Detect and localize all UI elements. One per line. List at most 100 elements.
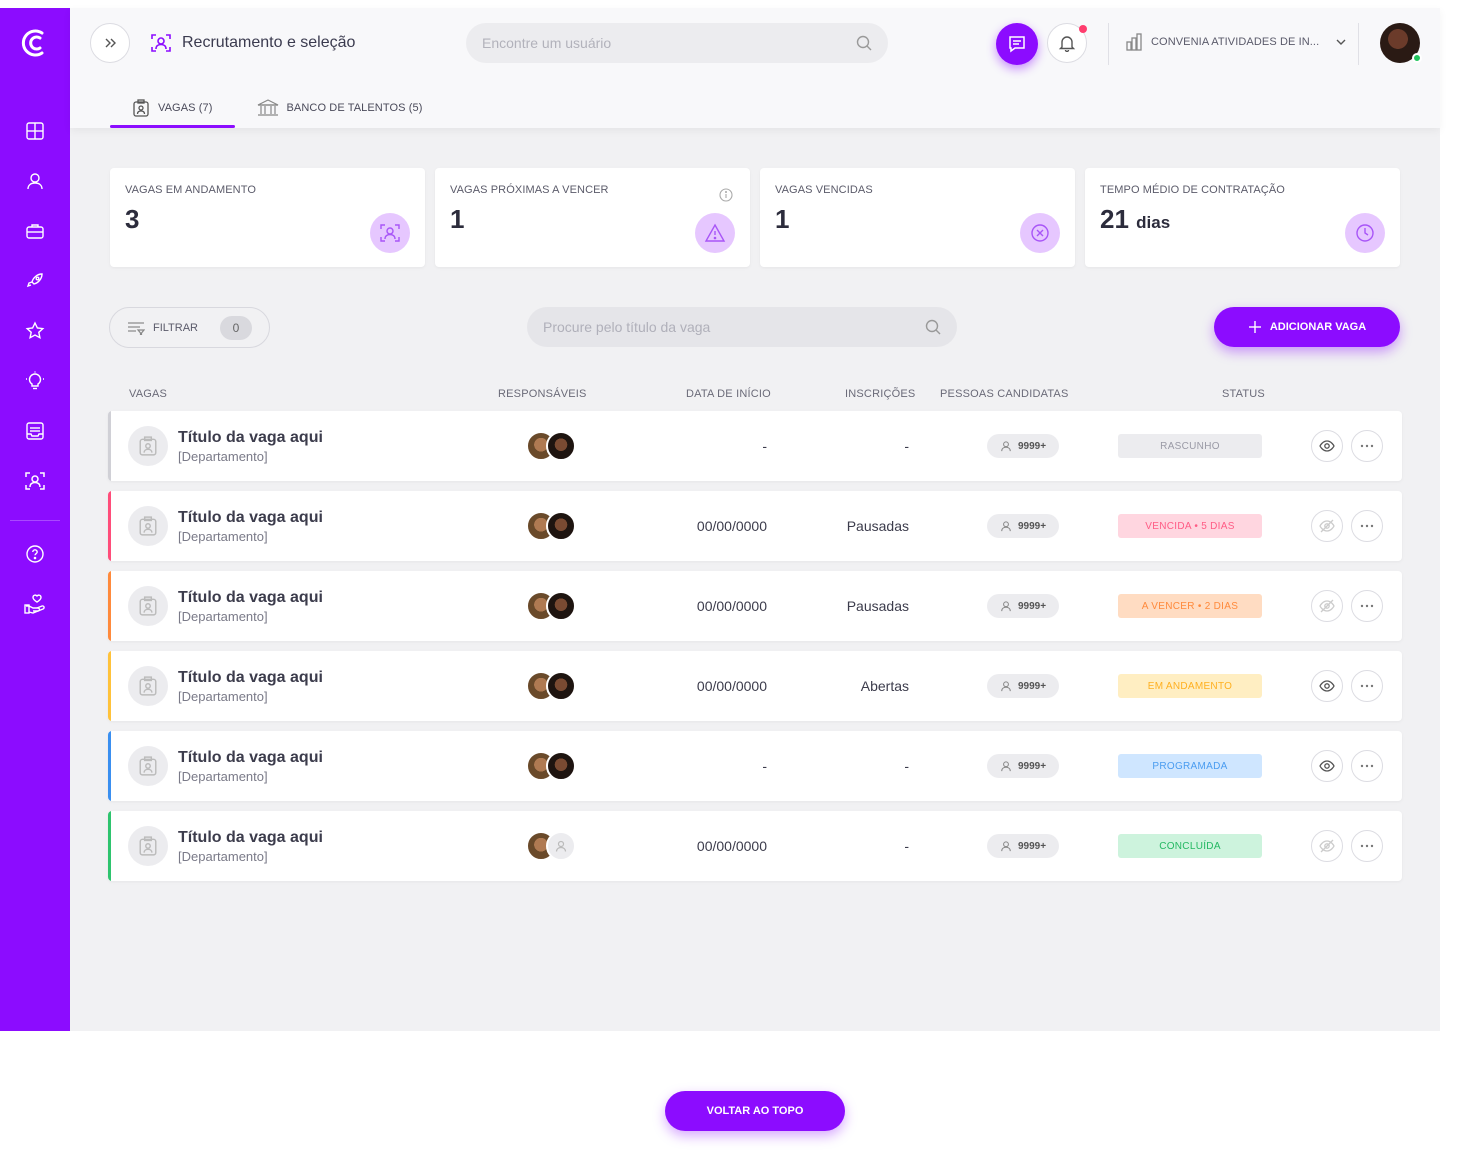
- star-icon[interactable]: [22, 318, 48, 344]
- stat-card-proximas-vencer: VAGAS PRÓXIMAS A VENCER 1: [435, 168, 750, 267]
- sidebar: [0, 8, 70, 1031]
- column-header-pessoas-candidatas[interactable]: PESSOAS CANDIDATAS: [940, 388, 1069, 400]
- add-job-button[interactable]: ADICIONAR VAGA: [1214, 307, 1400, 347]
- column-header-inscricoes[interactable]: INSCRIÇÕES: [845, 388, 915, 400]
- table-row[interactable]: Título da vaga aqui [Departamento] - - 9999+…: [108, 731, 1402, 801]
- responsaveis-avatars[interactable]: [526, 511, 586, 541]
- candidates-count-pill[interactable]: 9999+: [987, 514, 1059, 538]
- job-start-date: -: [762, 758, 767, 774]
- tab-vagas[interactable]: VAGAS (7): [110, 88, 235, 128]
- user-avatar[interactable]: [1380, 23, 1422, 63]
- table-row[interactable]: Título da vaga aqui [Departamento] 00/00/0…: [108, 811, 1402, 881]
- person-icon[interactable]: [22, 168, 48, 194]
- job-start-date: 00/00/0000: [696, 838, 767, 854]
- job-title[interactable]: Título da vaga aqui: [178, 829, 323, 847]
- more-horizontal-icon: [1360, 524, 1374, 528]
- more-options-button[interactable]: [1351, 670, 1383, 702]
- job-title[interactable]: Título da vaga aqui: [178, 749, 323, 767]
- more-options-button[interactable]: [1351, 510, 1383, 542]
- status-color-bar: [108, 571, 111, 641]
- responsaveis-avatars[interactable]: [526, 591, 586, 621]
- job-search[interactable]: [527, 307, 957, 347]
- tab-banco-label: BANCO DE TALENTOS (5): [286, 102, 423, 114]
- search-icon[interactable]: [925, 319, 941, 335]
- close-circle-icon: [1020, 213, 1060, 253]
- dashboard-icon[interactable]: [22, 118, 48, 144]
- job-start-date: 00/00/0000: [696, 598, 767, 614]
- hand-heart-icon[interactable]: [22, 591, 48, 617]
- notifications-button[interactable]: [1047, 23, 1087, 63]
- candidates-count-pill[interactable]: 9999+: [987, 674, 1059, 698]
- person-icon: [1001, 441, 1011, 452]
- job-badge-icon: [128, 826, 168, 866]
- candidates-count-pill[interactable]: 9999+: [987, 434, 1059, 458]
- tab-vagas-label: VAGAS (7): [158, 102, 213, 114]
- responsaveis-avatars[interactable]: [526, 431, 586, 461]
- user-search-input[interactable]: [482, 35, 856, 51]
- status-badge: A VENCER • 2 DIAS: [1118, 594, 1262, 618]
- filter-button[interactable]: FILTRAR 0: [109, 307, 270, 348]
- more-horizontal-icon: [1360, 684, 1374, 688]
- column-header-responsaveis[interactable]: RESPONSÁVEIS: [498, 388, 587, 400]
- job-badge-icon: [128, 426, 168, 466]
- more-options-button[interactable]: [1351, 590, 1383, 622]
- view-disabled-button[interactable]: [1311, 510, 1343, 542]
- clock-icon: [1345, 213, 1385, 253]
- rocket-icon[interactable]: [22, 268, 48, 294]
- tab-banco-de-talentos[interactable]: BANCO DE TALENTOS (5): [235, 88, 445, 128]
- chat-button[interactable]: [996, 23, 1038, 65]
- job-inscricoes: -: [904, 758, 909, 774]
- more-options-button[interactable]: [1351, 830, 1383, 862]
- view-disabled-button[interactable]: [1311, 590, 1343, 622]
- search-icon[interactable]: [856, 35, 872, 51]
- view-button[interactable]: [1311, 430, 1343, 462]
- add-job-label: ADICIONAR VAGA: [1269, 321, 1367, 333]
- briefcase-icon[interactable]: [22, 218, 48, 244]
- column-header-status[interactable]: STATUS: [1222, 388, 1265, 400]
- more-options-button[interactable]: [1351, 430, 1383, 462]
- help-icon[interactable]: [22, 541, 48, 567]
- job-title[interactable]: Título da vaga aqui: [178, 589, 323, 607]
- avatar: [546, 671, 576, 701]
- table-row[interactable]: Título da vaga aqui [Departamento] 00/00/0…: [108, 571, 1402, 641]
- lightbulb-icon[interactable]: [22, 368, 48, 394]
- view-disabled-button[interactable]: [1311, 830, 1343, 862]
- avatar-placeholder: [546, 831, 576, 861]
- column-header-data-inicio[interactable]: DATA DE INÍCIO: [686, 388, 771, 400]
- avatar: [546, 751, 576, 781]
- view-button[interactable]: [1311, 750, 1343, 782]
- column-header-vagas[interactable]: VAGAS: [129, 388, 167, 400]
- stat-value: 21 dias: [1100, 204, 1170, 235]
- avatar: [546, 511, 576, 541]
- stat-label: TEMPO MÉDIO DE CONTRATAÇÃO: [1100, 184, 1285, 196]
- job-search-input[interactable]: [543, 319, 925, 335]
- table-row[interactable]: Título da vaga aqui [Departamento] - - 9999+…: [108, 411, 1402, 481]
- candidates-count: 9999+: [1017, 520, 1047, 532]
- recruitment-icon[interactable]: [22, 468, 48, 494]
- info-icon[interactable]: [719, 188, 733, 202]
- responsaveis-avatars[interactable]: [526, 831, 586, 861]
- job-title[interactable]: Título da vaga aqui: [178, 669, 323, 687]
- company-selector[interactable]: CONVENIA ATIVIDADES DE IN...: [1125, 33, 1347, 51]
- convenia-logo[interactable]: [16, 24, 54, 62]
- job-title[interactable]: Título da vaga aqui: [178, 429, 323, 447]
- candidates-count-pill[interactable]: 9999+: [987, 594, 1059, 618]
- table-row[interactable]: Título da vaga aqui [Departamento] 00/00/0…: [108, 651, 1402, 721]
- stat-value: 1: [775, 204, 789, 235]
- view-button[interactable]: [1311, 670, 1343, 702]
- job-department: [Departamento]: [178, 689, 268, 704]
- status-badge: EM ANDAMENTO: [1118, 674, 1262, 698]
- more-options-button[interactable]: [1351, 750, 1383, 782]
- expand-sidebar-button[interactable]: [90, 23, 130, 63]
- candidates-count-pill[interactable]: 9999+: [987, 754, 1059, 778]
- responsaveis-avatars[interactable]: [526, 671, 586, 701]
- job-title[interactable]: Título da vaga aqui: [178, 509, 323, 527]
- user-search[interactable]: [466, 23, 888, 63]
- inbox-icon[interactable]: [22, 418, 48, 444]
- table-row[interactable]: Título da vaga aqui [Departamento] 00/00/0…: [108, 491, 1402, 561]
- back-to-top-button[interactable]: VOLTAR AO TOPO: [665, 1091, 845, 1131]
- candidates-count-pill[interactable]: 9999+: [987, 834, 1059, 858]
- responsaveis-avatars[interactable]: [526, 751, 586, 781]
- stat-label: VAGAS VENCIDAS: [775, 184, 873, 196]
- status-color-bar: [108, 811, 111, 881]
